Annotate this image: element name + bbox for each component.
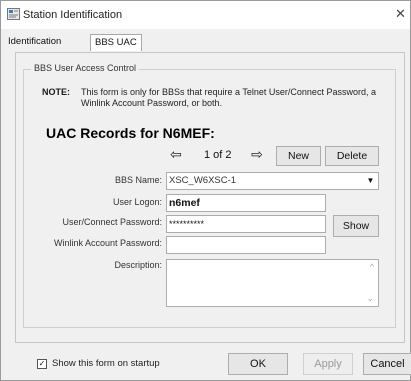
bbs-name-select[interactable]: XSC_W6XSC-1 ▼ xyxy=(166,172,379,190)
window-title: Station Identification xyxy=(23,9,123,21)
tab-bbs-uac[interactable]: BBS UAC xyxy=(90,34,142,51)
winlink-account-password-label: Winlink Account Password: xyxy=(53,238,162,248)
cancel-button[interactable]: Cancel xyxy=(363,353,411,375)
show-password-button[interactable]: Show xyxy=(333,215,379,237)
description-textarea[interactable]: ^ ⌄ xyxy=(166,259,379,307)
bbs-name-value: XSC_W6XSC-1 xyxy=(169,175,237,186)
note-text: This form is only for BBSs that require … xyxy=(81,87,376,108)
new-button[interactable]: New xyxy=(276,146,321,166)
user-logon-input[interactable]: n6mef xyxy=(166,194,326,212)
group-legend: BBS User Access Control xyxy=(31,63,140,73)
right-arrow-icon[interactable]: ⇨ xyxy=(246,144,268,164)
tab-identification[interactable]: Identification xyxy=(8,34,61,50)
left-arrow-icon[interactable]: ⇦ xyxy=(165,144,187,164)
description-label: Description: xyxy=(114,260,162,270)
record-counter: 1 of 2 xyxy=(204,149,232,161)
close-icon[interactable]: ✕ xyxy=(395,6,406,22)
note-label: NOTE: xyxy=(42,87,70,97)
scroll-down-icon[interactable]: ⌄ xyxy=(366,293,374,304)
chevron-down-icon[interactable]: ▼ xyxy=(363,173,378,189)
station-identification-window: Station Identification ✕ Identification … xyxy=(0,0,411,381)
user-connect-password-input[interactable]: ********** xyxy=(166,215,326,233)
winlink-account-password-input[interactable] xyxy=(166,236,326,254)
user-connect-password-label: User/Connect Password: xyxy=(62,217,162,227)
ok-button[interactable]: OK xyxy=(228,353,288,375)
bbs-name-label: BBS Name: xyxy=(114,175,162,185)
title-bar: Station Identification ✕ xyxy=(1,1,410,29)
apply-button[interactable]: Apply xyxy=(303,353,353,375)
user-logon-label: User Logon: xyxy=(112,197,162,207)
scroll-up-icon[interactable]: ^ xyxy=(370,262,374,272)
uac-records-heading: UAC Records for N6MEF: xyxy=(46,125,215,141)
delete-button[interactable]: Delete xyxy=(325,146,379,166)
app-icon xyxy=(7,8,20,20)
show-on-startup-label[interactable]: Show this form on startup xyxy=(52,358,160,369)
show-on-startup-checkbox[interactable]: ✓ xyxy=(37,359,47,369)
